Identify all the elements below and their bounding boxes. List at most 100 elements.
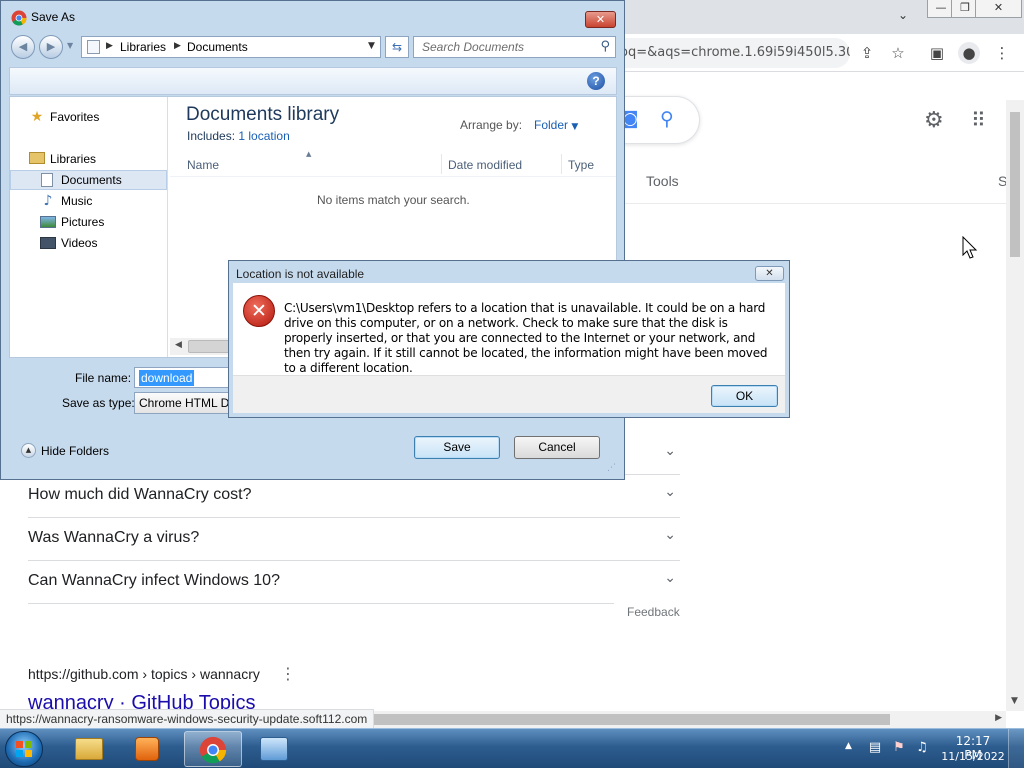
search-box[interactable]: ⚲ <box>413 36 616 58</box>
scroll-thumb[interactable] <box>370 714 890 725</box>
close-button[interactable]: ✕ <box>585 11 616 28</box>
profile-icon[interactable]: ● <box>958 42 980 64</box>
taskbar-media-player-button[interactable] <box>121 731 179 767</box>
column-divider[interactable] <box>441 154 442 174</box>
command-bar: ? <box>9 67 617 95</box>
cancel-button[interactable]: Cancel <box>514 436 600 459</box>
scroll-right-arrow-icon[interactable]: ▶ <box>995 713 1002 723</box>
taskbar-chrome-button[interactable] <box>184 731 242 767</box>
chevron-down-icon: ⌄ <box>664 570 676 586</box>
menu-icon[interactable]: ⋮ <box>991 42 1013 64</box>
save-button[interactable]: Save <box>414 436 500 459</box>
taskbar-explorer-button[interactable] <box>61 731 119 767</box>
show-hidden-icons-icon[interactable]: ▲ <box>845 741 852 751</box>
apps-icon[interactable]: ⠿ <box>971 108 986 132</box>
show-desktop-button[interactable] <box>1008 729 1024 768</box>
resize-grip-icon[interactable]: ⋰ <box>607 463 616 473</box>
videos-icon <box>40 237 56 249</box>
includes-location-link[interactable]: 1 location <box>238 129 289 143</box>
file-name-label: File name: <box>75 371 132 385</box>
mouse-cursor-icon <box>962 236 978 259</box>
error-message: C:\Users\vm1\Desktop refers to a locatio… <box>284 301 768 375</box>
star-icon[interactable]: ☆ <box>887 42 909 64</box>
nav-item-label: Pictures <box>61 215 105 229</box>
action-center-icon[interactable]: ⚑ <box>890 739 908 757</box>
feedback-link[interactable]: Feedback <box>627 605 680 619</box>
chrome-logo-icon <box>11 10 27 26</box>
chevron-down-icon: ▼ <box>571 122 579 132</box>
libraries-icon <box>29 152 45 164</box>
nav-item-music[interactable]: ♪ Music <box>10 191 167 211</box>
status-bubble: https://wannacry-ransomware-windows-secu… <box>0 709 375 728</box>
folder-icon <box>75 738 103 760</box>
close-button[interactable]: ✕ <box>755 266 784 281</box>
windows-logo-icon <box>16 741 33 758</box>
nav-item-favorites[interactable]: ★ Favorites <box>10 107 167 127</box>
column-divider[interactable] <box>561 154 562 174</box>
arrange-by-dropdown[interactable]: Folder ▼ <box>534 118 578 132</box>
nav-item-libraries[interactable]: Libraries <box>10 149 167 169</box>
help-icon[interactable]: ? <box>587 72 605 90</box>
dialog-title: Location is not available <box>236 267 365 281</box>
file-name-value: download <box>139 370 195 386</box>
volume-icon[interactable]: ♫ <box>913 739 931 757</box>
forward-button[interactable]: ▶ <box>39 35 63 59</box>
media-player-icon <box>135 737 159 761</box>
search-icon[interactable]: ⚲ <box>600 39 610 54</box>
nav-item-label: Favorites <box>50 110 100 124</box>
paa-question: Can WannaCry infect Windows 10? <box>28 572 280 589</box>
nav-item-videos[interactable]: Videos <box>10 233 167 253</box>
column-header-name[interactable]: Name <box>187 152 441 176</box>
scroll-thumb[interactable] <box>1010 112 1020 257</box>
folder-icon <box>87 40 100 54</box>
address-bar[interactable]: ▶ Libraries ▶ Documents ▼ <box>81 36 381 58</box>
start-button[interactable] <box>5 731 43 767</box>
chevron-down-icon: ⌄ <box>664 527 676 543</box>
taskbar: ▲ ▤ ⚑ ♫ 12:17 PM 11/15/2022 <box>0 728 1024 768</box>
breadcrumb-separator-icon[interactable]: ▶ <box>106 41 113 51</box>
settings-icon[interactable]: ⚙ <box>924 108 944 133</box>
nav-item-label: Documents <box>61 173 122 187</box>
close-button[interactable]: ✕ <box>975 0 1022 18</box>
clock-date[interactable]: 11/15/2022 <box>940 750 1006 763</box>
breadcrumb-separator-icon[interactable]: ▶ <box>174 41 181 51</box>
column-header-date-modified[interactable]: Date modified <box>448 152 560 176</box>
more-options-icon[interactable]: ⋮ <box>280 664 296 683</box>
arrange-by-value: Folder <box>534 118 569 132</box>
address-bar[interactable]: oq=&aqs=chrome.1.69i59i450l5.30... <box>600 38 850 68</box>
ok-button[interactable]: OK <box>711 385 778 407</box>
search-icon[interactable]: ⚲ <box>660 108 674 130</box>
nav-item-documents[interactable]: Documents <box>10 170 167 190</box>
taskbar-control-panel-button[interactable] <box>246 731 304 767</box>
network-icon[interactable]: ▤ <box>866 739 884 757</box>
sidebar-icon[interactable]: ▣ <box>926 42 948 64</box>
paa-question-row[interactable]: Can WannaCry infect Windows 10? ⌄ <box>28 561 676 604</box>
back-button[interactable]: ◀ <box>11 35 35 59</box>
scroll-left-arrow-icon[interactable]: ◀ <box>175 340 182 350</box>
chevron-up-icon: ▲ <box>21 443 36 458</box>
recent-pages-chevron-icon[interactable]: ▼ <box>67 41 73 50</box>
vertical-scrollbar[interactable]: ▼ <box>1006 100 1024 711</box>
search-input[interactable] <box>414 37 594 57</box>
paa-question-row[interactable]: How much did WannaCry cost? ⌄ <box>28 475 680 518</box>
tools-tab[interactable]: Tools <box>646 173 679 189</box>
paa-question-row[interactable]: Was WannaCry a virus? ⌄ <box>28 518 680 561</box>
paa-question: How much did WannaCry cost? <box>28 486 252 503</box>
breadcrumb-libraries[interactable]: Libraries <box>120 40 166 54</box>
share-icon[interactable]: ⇪ <box>856 42 878 64</box>
column-header-type[interactable]: Type <box>568 152 608 176</box>
chevron-down-icon: ⌄ <box>664 484 676 500</box>
breadcrumb-documents[interactable]: Documents <box>187 40 248 54</box>
nav-item-pictures[interactable]: Pictures <box>10 212 167 232</box>
control-panel-icon <box>260 737 288 761</box>
chevron-down-icon[interactable]: ▼ <box>368 41 375 51</box>
tab-list-chevron-icon[interactable]: ⌄ <box>898 8 908 22</box>
refresh-button[interactable]: ⇆ <box>385 36 409 58</box>
result-url[interactable]: https://github.com › topics › wannacry <box>28 666 260 682</box>
header-divider <box>170 176 616 177</box>
empty-list-message: No items match your search. <box>317 193 470 207</box>
documents-icon <box>41 173 53 187</box>
scroll-down-arrow-icon[interactable]: ▼ <box>1011 696 1018 706</box>
error-icon: ✕ <box>243 295 275 327</box>
arrange-by-label: Arrange by: <box>460 118 523 132</box>
